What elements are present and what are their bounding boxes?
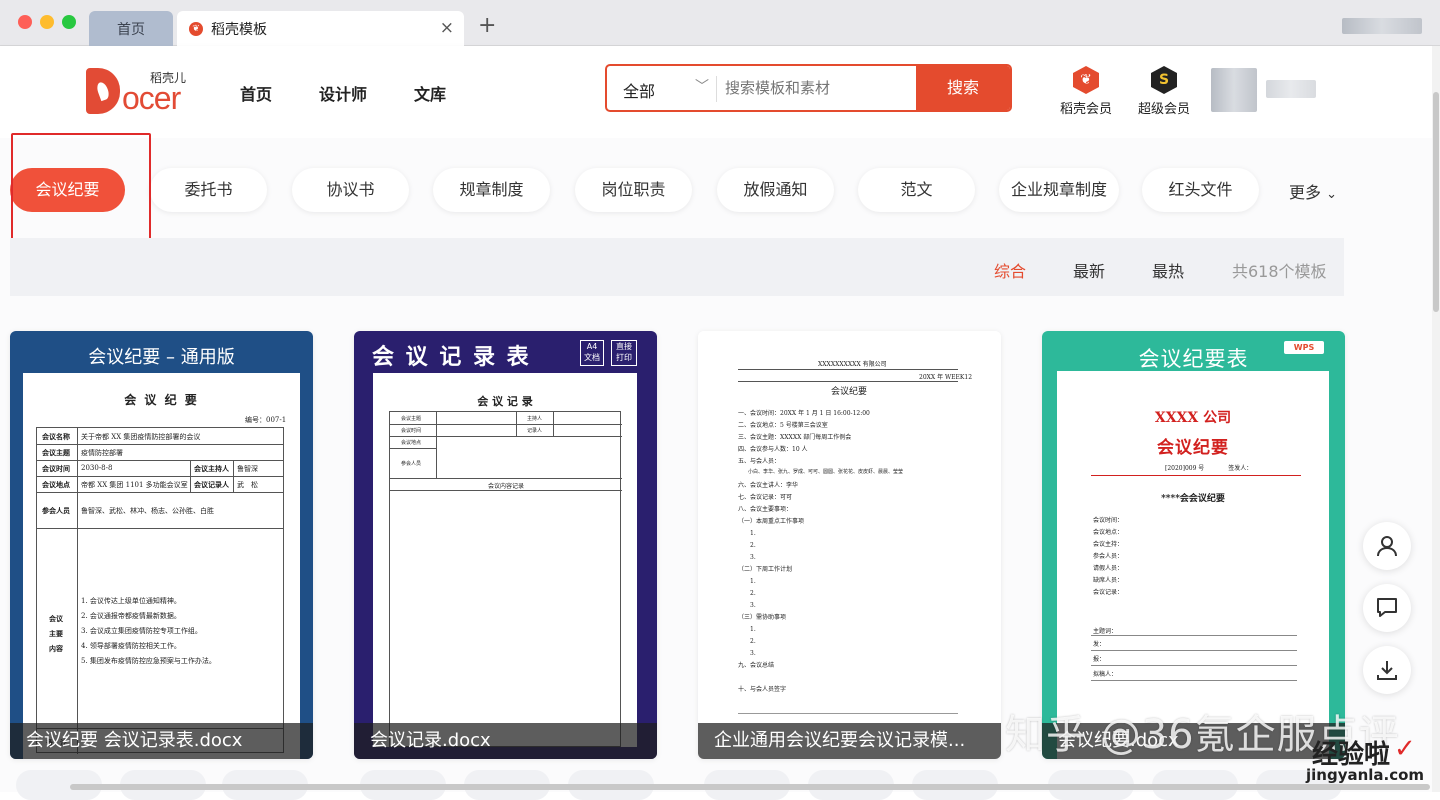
maximize-window-button[interactable]	[62, 15, 76, 29]
logo-wordmark: ocer	[122, 80, 181, 116]
horizontal-scrollbar[interactable]	[70, 784, 1430, 790]
card-preview: 会 议 记 录 会议主题 会议时间 会议地点 参会人员 主持人 记录人 会议内容…	[373, 373, 637, 747]
tab-label: 首页	[117, 21, 145, 38]
download-button[interactable]	[1363, 646, 1411, 694]
search-input[interactable]	[725, 74, 915, 102]
highlight-annotation-box	[11, 133, 151, 248]
vip-label: 稻壳会员	[1059, 102, 1112, 117]
category-regulations[interactable]: 规章制度	[433, 168, 550, 212]
close-window-button[interactable]	[18, 15, 32, 29]
template-count: 共618个模板	[1232, 262, 1327, 281]
scrollbar-thumb[interactable]	[1433, 92, 1439, 312]
vip-label: 超级会员	[1137, 102, 1190, 117]
category-power-of-attorney[interactable]: 委托书	[150, 168, 267, 212]
doc-title: 会 议 记 录	[477, 395, 533, 408]
category-agreement[interactable]: 协议书	[292, 168, 409, 212]
card-banner: 会议纪要 – 通用版	[88, 347, 235, 368]
docer-logo[interactable]: 稻壳儿 ocer	[86, 66, 196, 118]
a4-badge: A4 文档	[580, 340, 604, 366]
sort-newest[interactable]: 最新	[1073, 258, 1105, 282]
category-holiday-notice[interactable]: 放假通知	[717, 168, 834, 212]
user-center-button[interactable]	[1363, 522, 1411, 570]
browser-tab-bar: 首页 ❦ 稻壳模板 × +	[0, 0, 1440, 46]
tab-home[interactable]: 首页	[89, 11, 173, 46]
feedback-button[interactable]	[1363, 584, 1411, 632]
search-scope-select[interactable]: 全部	[623, 78, 655, 102]
card-preview: 会 议 纪 要 编号：007-1 会议名称 关于帝都 XX 集团疫情防控部署的会…	[23, 373, 300, 759]
template-card[interactable]: 会 议 记 录 表 A4 文档 直接 打印 会 议 记 录 会议主题 会议时间 会议…	[354, 331, 657, 759]
sort-bar: 综合 最新 最热 共618个模板	[10, 238, 1344, 296]
sort-hottest[interactable]: 最热	[1152, 258, 1184, 282]
chevron-down-icon[interactable]: ﹀	[695, 76, 709, 96]
search-divider	[716, 76, 717, 102]
card-preview: XXXXXXXXXX 有限公司 20XX 年 WEEK12 会议纪要 一、会议时…	[698, 331, 1001, 759]
site-header: 稻壳儿 ocer 首页 设计师 文库 全部 ﹀ 搜索 ❦ 稻壳会员 S 超级会员	[0, 46, 1432, 138]
new-tab-button[interactable]: +	[478, 14, 496, 38]
docer-vip-icon: ❦	[1073, 66, 1099, 94]
search-bar: 全部 ﹀ 搜索	[605, 64, 1012, 112]
category-sample-text[interactable]: 范文	[858, 168, 975, 212]
feedback-icon	[1377, 598, 1397, 617]
sort-default[interactable]: 综合	[994, 258, 1026, 282]
blurred-username	[1266, 80, 1316, 98]
template-card[interactable]: XXXXXXXXXX 有限公司 20XX 年 WEEK12 会议纪要 一、会议时…	[698, 331, 1001, 759]
super-vip-link[interactable]: S 超级会员	[1136, 66, 1192, 117]
super-vip-icon: S	[1151, 66, 1177, 94]
minutes-table: 会议名称 关于帝都 XX 集团疫情防控部署的会议 会议主题 疫情防控部署 会议时…	[36, 427, 284, 754]
nav-designer[interactable]: 设计师	[319, 81, 367, 105]
search-button[interactable]: 搜索	[916, 66, 1010, 110]
blurred-profile-area	[1342, 18, 1422, 34]
avatar[interactable]	[1211, 68, 1257, 112]
more-label: 更多	[1289, 183, 1322, 202]
nav-library[interactable]: 文库	[414, 81, 446, 105]
card-title[interactable]: 会议纪要 会议记录表.docx	[10, 723, 313, 759]
record-table: 会议主题 会议时间 会议地点 参会人员 主持人 记录人 会议内容记录	[389, 411, 622, 747]
docer-vip-link[interactable]: ❦ 稻壳会员	[1058, 66, 1114, 117]
minimize-window-button[interactable]	[40, 15, 54, 29]
chevron-down-icon: ⌄	[1326, 187, 1338, 202]
more-categories-button[interactable]: 更多 ⌄	[1289, 179, 1337, 203]
card-title[interactable]: 会议记录.docx	[354, 723, 657, 759]
print-badge: 直接 打印	[611, 340, 637, 366]
nav-home[interactable]: 首页	[240, 81, 272, 105]
template-card[interactable]: 会议纪要表 WPS XXXX 公司 会议纪要 [2020]009 号 签发人： …	[1042, 331, 1345, 759]
download-icon	[1377, 661, 1397, 680]
category-company-regulations[interactable]: 企业规章制度	[999, 168, 1119, 212]
category-red-header-docs[interactable]: 红头文件	[1142, 168, 1259, 212]
doc-number: 编号：007-1	[245, 416, 287, 424]
card-preview: XXXX 公司 会议纪要 [2020]009 号 签发人： ****会会议纪要 …	[1057, 371, 1329, 759]
category-job-duties[interactable]: 岗位职责	[575, 168, 692, 212]
template-card[interactable]: 会议纪要 – 通用版 会 议 纪 要 编号：007-1 会议名称 关于帝都 XX…	[10, 331, 313, 759]
tab-label: 稻壳模板	[211, 21, 267, 38]
watermark-site-url: jingyanla.com	[1306, 766, 1425, 784]
doc-title: 会 议 纪 要	[124, 393, 199, 407]
card-title[interactable]: 企业通用会议纪要会议记录模...	[698, 723, 1001, 759]
wps-badge: WPS	[1284, 341, 1324, 354]
close-tab-icon[interactable]: ×	[440, 19, 454, 37]
tab-docer-templates[interactable]: ❦ 稻壳模板 ×	[177, 11, 464, 46]
vertical-scrollbar[interactable]	[1432, 46, 1440, 792]
user-icon	[1377, 536, 1397, 557]
docer-favicon-icon: ❦	[189, 21, 203, 36]
logo-d-mark	[86, 68, 120, 114]
watermark-check-icon: ✓	[1394, 734, 1416, 764]
